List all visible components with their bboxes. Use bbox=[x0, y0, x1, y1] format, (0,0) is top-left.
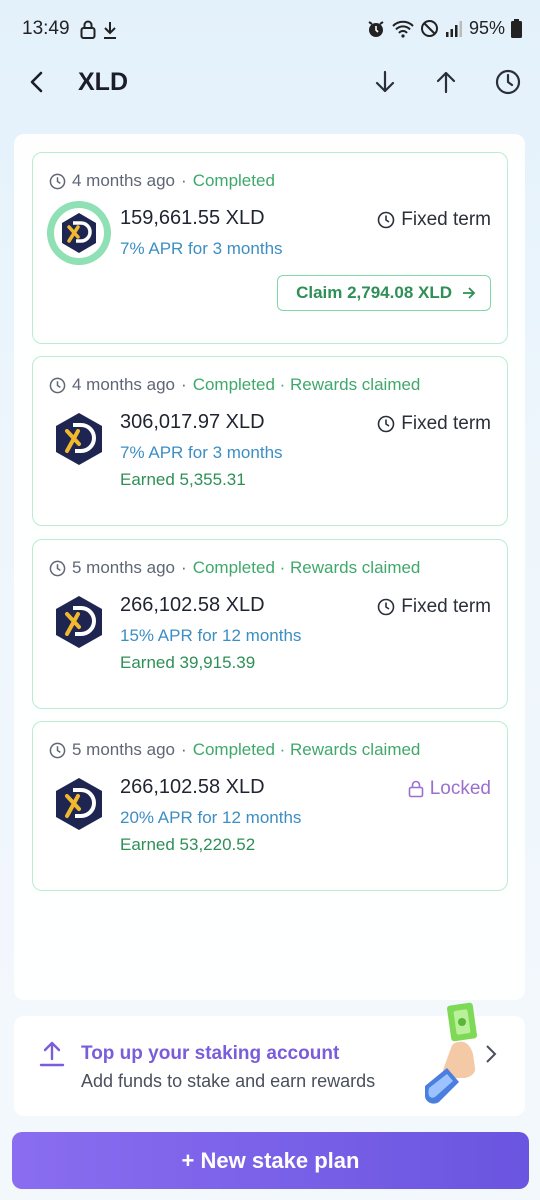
claim-button[interactable]: Claim 2,794.08 XLD bbox=[277, 275, 491, 311]
send-arrow-icon[interactable] bbox=[432, 68, 460, 96]
new-stake-plan-button[interactable]: + New stake plan bbox=[12, 1132, 529, 1189]
stake-status: Completed · Rewards claimed bbox=[192, 740, 421, 759]
stake-term: Locked bbox=[408, 778, 491, 800]
claim-button-label: Claim 2,794.08 XLD bbox=[296, 283, 452, 302]
stake-time-ago: 5 months ago bbox=[72, 558, 176, 577]
stake-earned: Earned 5,355.31 bbox=[120, 470, 246, 489]
stake-term-label: Fixed term bbox=[401, 413, 491, 434]
back-arrow-icon[interactable] bbox=[24, 68, 52, 96]
download-status-icon bbox=[104, 22, 116, 39]
stake-time-ago: 4 months ago bbox=[72, 171, 176, 190]
stake-amount: 159,661.55 XLD bbox=[120, 207, 265, 229]
stake-earned: Earned 39,915.39 bbox=[120, 653, 256, 672]
wifi-icon bbox=[392, 20, 414, 38]
xld-token-logo-icon bbox=[56, 413, 102, 465]
xld-token-logo-icon bbox=[47, 201, 111, 265]
clock-icon bbox=[377, 415, 395, 433]
stake-amount: 306,017.97 XLD bbox=[120, 411, 265, 433]
app-bar: XLD bbox=[0, 58, 540, 108]
arrow-right-icon bbox=[463, 287, 476, 299]
battery-percent: 95% bbox=[468, 18, 505, 38]
topup-subtitle: Add funds to stake and earn rewards bbox=[81, 1071, 376, 1091]
clock-icon bbox=[49, 742, 66, 758]
stake-earned: Earned 53,220.52 bbox=[120, 835, 256, 854]
topup-banner[interactable]: Top up your staking account Add funds to… bbox=[14, 1002, 525, 1116]
meta-separator: · bbox=[181, 740, 187, 759]
page-title: XLD bbox=[78, 68, 128, 96]
xld-token-logo-icon bbox=[56, 596, 102, 648]
stake-status: Completed · Rewards claimed bbox=[192, 558, 421, 577]
stake-card[interactable]: 4 months ago · Completed · Rewards claim… bbox=[32, 356, 508, 526]
alarm-icon bbox=[368, 20, 384, 37]
stake-card[interactable]: 5 months ago · Completed · Rewards claim… bbox=[32, 721, 508, 891]
stake-amount: 266,102.58 XLD bbox=[120, 776, 265, 798]
meta-separator: · bbox=[181, 375, 187, 394]
stake-meta: 5 months ago · Completed · Rewards claim… bbox=[49, 558, 420, 578]
battery-icon bbox=[511, 19, 522, 38]
signal-icon bbox=[445, 20, 462, 37]
status-bar: 13:49 95% bbox=[0, 0, 540, 60]
stake-time-ago: 4 months ago bbox=[72, 375, 176, 394]
topup-title: Top up your staking account bbox=[81, 1043, 340, 1064]
stake-term-label: Fixed term bbox=[401, 596, 491, 617]
xld-token-logo-icon bbox=[56, 778, 102, 830]
clock-icon bbox=[49, 173, 66, 189]
stake-card[interactable]: 4 months ago · Completed 159,661.55 XLD … bbox=[32, 152, 508, 344]
status-time: 13:49 bbox=[22, 18, 70, 39]
stake-status: Completed · Rewards claimed bbox=[192, 375, 421, 394]
receive-arrow-icon[interactable] bbox=[371, 68, 399, 96]
stake-term-label: Fixed term bbox=[401, 209, 491, 230]
lock-status-icon bbox=[80, 20, 96, 39]
stake-term: Fixed term bbox=[377, 209, 491, 231]
stake-card[interactable]: 5 months ago · Completed · Rewards claim… bbox=[32, 539, 508, 709]
meta-separator: · bbox=[181, 558, 187, 577]
history-clock-icon[interactable] bbox=[494, 68, 522, 96]
stake-apr: 7% APR for 3 months bbox=[120, 239, 283, 258]
clock-icon bbox=[377, 598, 395, 616]
stake-term: Fixed term bbox=[377, 596, 491, 618]
chevron-right-icon bbox=[486, 1045, 497, 1063]
stake-term-label: Locked bbox=[429, 778, 491, 799]
clock-icon bbox=[377, 211, 395, 229]
stake-meta: 5 months ago · Completed · Rewards claim… bbox=[49, 740, 420, 760]
stake-time-ago: 5 months ago bbox=[72, 740, 176, 759]
stake-apr: 20% APR for 12 months bbox=[120, 808, 302, 827]
stake-status: Completed bbox=[192, 171, 275, 190]
stake-amount: 266,102.58 XLD bbox=[120, 594, 265, 616]
stake-meta: 4 months ago · Completed bbox=[49, 171, 275, 191]
stake-term: Fixed term bbox=[377, 413, 491, 435]
upload-icon bbox=[39, 1041, 65, 1067]
meta-separator: · bbox=[181, 171, 187, 190]
stake-meta: 4 months ago · Completed · Rewards claim… bbox=[49, 375, 420, 395]
stake-apr: 15% APR for 12 months bbox=[120, 626, 302, 645]
clock-icon bbox=[49, 560, 66, 576]
clock-icon bbox=[49, 377, 66, 393]
status-right: 95% bbox=[366, 18, 522, 39]
lock-icon bbox=[408, 780, 424, 798]
stake-apr: 7% APR for 3 months bbox=[120, 443, 283, 462]
do-not-disturb-icon bbox=[420, 20, 438, 37]
